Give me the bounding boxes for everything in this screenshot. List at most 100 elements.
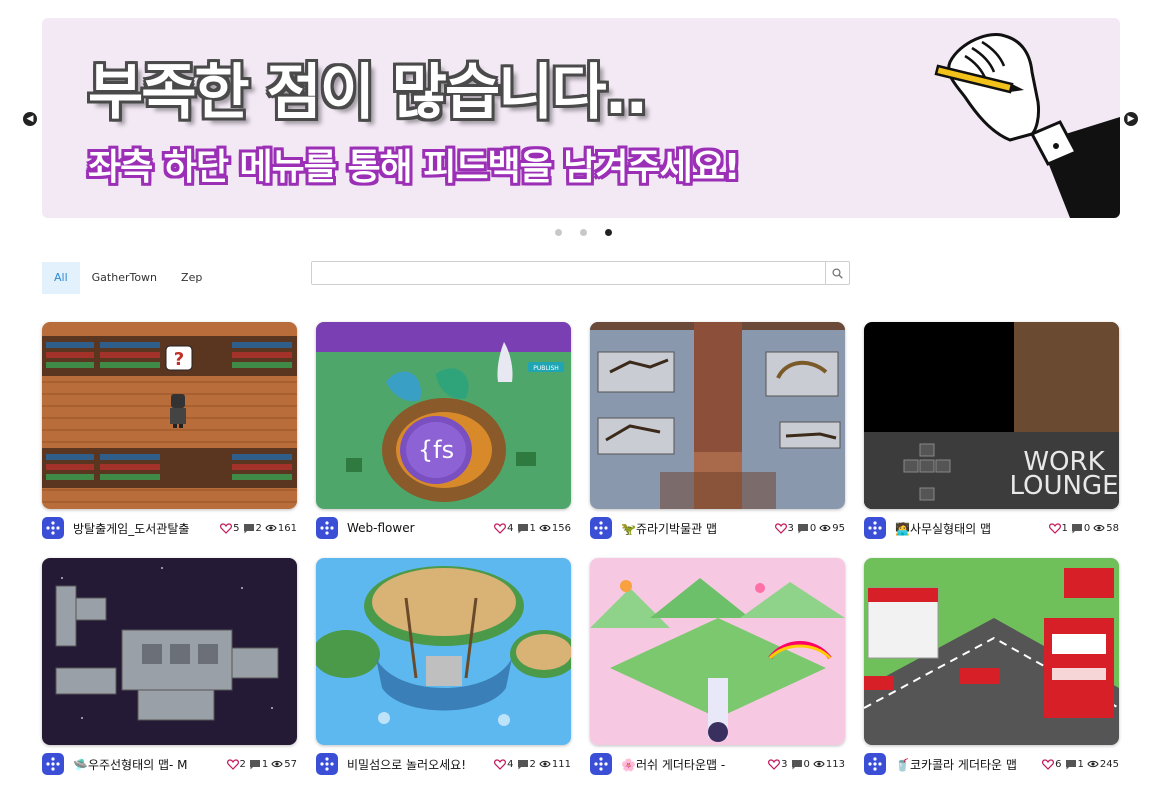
view-count: 245 (1099, 758, 1119, 770)
map-title[interactable]: 🧑‍💻사무실형태의 맵 (895, 520, 1049, 537)
map-title[interactable]: 🦖쥬라기박물관 맵 (621, 520, 775, 537)
map-card[interactable]: 🥤코카콜라 게더타운 맵 6 1 245 (864, 558, 1119, 775)
like-count: 4 (507, 522, 514, 534)
eye-icon (1093, 524, 1105, 532)
map-card[interactable]: 🌸러쉬 게더타운맵 - 3 0 113 (590, 558, 845, 775)
search-button[interactable] (825, 262, 849, 284)
map-stats: 4 2 111 (494, 759, 571, 770)
map-stats: 2 1 57 (226, 758, 297, 770)
view-count: 113 (825, 758, 845, 770)
map-thumbnail[interactable]: WORK LOUNGE (864, 322, 1119, 509)
comment-count: 1 (1077, 758, 1084, 770)
map-thumbnail[interactable] (590, 322, 845, 509)
tab-gathertown[interactable]: GatherTown (80, 262, 169, 294)
map-title[interactable]: 🌸러쉬 게더타운맵 - (621, 756, 768, 773)
tab-all[interactable]: All (42, 262, 80, 294)
map-card-meta: 🛸우주선형태의 맵- M 2 1 57 (42, 753, 297, 775)
carousel-dots (555, 229, 612, 236)
metaverse-logo-icon (316, 517, 338, 539)
comment-icon[interactable] (1071, 523, 1083, 534)
map-title[interactable]: 방탈출게임_도서관탈출 (73, 520, 220, 537)
map-card[interactable]: {fs PUBLISH Web-flower 4 1 156 (316, 322, 571, 539)
map-card[interactable]: WORK LOUNGE 🧑‍💻사무실형태의 맵 1 0 58 (864, 322, 1119, 539)
search-input[interactable] (312, 262, 825, 284)
like-count: 4 (507, 758, 514, 770)
hand-writing-illustration (934, 33, 1120, 218)
heart-icon[interactable] (1048, 522, 1061, 534)
map-stats: 3 0 113 (768, 759, 845, 770)
like-count: 3 (781, 758, 788, 770)
map-title[interactable]: 비밀섬으로 놀러오세요! (347, 756, 494, 773)
heart-icon[interactable] (774, 522, 787, 534)
metaverse-logo-icon (590, 753, 612, 775)
like-count: 1 (1061, 522, 1068, 534)
comment-icon[interactable] (249, 759, 261, 770)
heart-icon[interactable] (1042, 758, 1055, 770)
view-count: 57 (284, 758, 297, 770)
search-box (311, 261, 850, 285)
lounge-text: LOUNGE (1009, 471, 1118, 501)
heart-icon[interactable] (226, 758, 239, 770)
heart-icon[interactable] (494, 758, 507, 770)
map-stats: 3 0 95 (774, 522, 845, 534)
map-thumbnail[interactable]: {fs PUBLISH (316, 322, 571, 509)
map-stats: 5 2 161 (220, 523, 297, 534)
map-card[interactable]: 🛸우주선형태의 맵- M 2 1 57 (42, 558, 297, 775)
tab-zep[interactable]: Zep (169, 262, 214, 294)
heart-icon[interactable] (220, 522, 233, 534)
chevron-left-icon: ◀ (26, 114, 34, 124)
metaverse-logo-icon (864, 517, 886, 539)
map-card[interactable]: 🦖쥬라기박물관 맵 3 0 95 (590, 322, 845, 539)
heart-icon[interactable] (494, 522, 507, 534)
like-count: 3 (787, 522, 794, 534)
map-card[interactable]: ? 방탈출게임_도서관탈출 5 2 161 (42, 322, 297, 539)
carousel-dot-2[interactable] (580, 229, 587, 236)
comment-count: 0 (803, 758, 810, 770)
map-thumbnail[interactable] (864, 558, 1119, 745)
comment-count: 2 (255, 522, 262, 534)
map-title[interactable]: 🥤코카콜라 게더타운 맵 (895, 756, 1042, 773)
map-title[interactable]: 🛸우주선형태의 맵- M (73, 756, 227, 773)
map-card-meta: 🧑‍💻사무실형태의 맵 1 0 58 (864, 517, 1119, 539)
carousel-dot-1[interactable] (555, 229, 562, 236)
comment-count: 1 (261, 758, 269, 770)
comment-icon[interactable] (797, 523, 809, 534)
map-card[interactable]: 비밀섬으로 놀러오세요! 4 2 111 (316, 558, 571, 775)
comment-count: 0 (1083, 522, 1091, 534)
carousel-prev-button[interactable]: ◀ (23, 112, 37, 126)
map-card-meta: 비밀섬으로 놀러오세요! 4 2 111 (316, 753, 571, 775)
search-icon (832, 267, 843, 279)
comment-icon[interactable] (791, 759, 803, 770)
comment-icon[interactable] (517, 523, 529, 534)
map-thumbnail[interactable] (42, 558, 297, 745)
map-thumbnail[interactable] (590, 558, 845, 745)
banner-subtitle: 좌측 하단 메뉴를 통해 피드백을 남겨주세요! (88, 147, 740, 188)
metaverse-logo-icon (864, 753, 886, 775)
eye-icon (265, 524, 277, 532)
map-card-meta: 🥤코카콜라 게더타운 맵 6 1 245 (864, 753, 1119, 775)
view-count: 156 (551, 522, 571, 534)
banner-title: 부족한 점이 많습니다.. (88, 58, 648, 128)
comment-icon[interactable] (517, 759, 529, 770)
eye-icon (539, 524, 551, 532)
hero-banner[interactable]: 부족한 점이 많습니다.. 좌측 하단 메뉴를 통해 피드백을 남겨주세요! (42, 18, 1120, 218)
comment-icon[interactable] (1065, 759, 1077, 770)
map-thumbnail[interactable] (316, 558, 571, 745)
map-stats: 6 1 245 (1042, 759, 1119, 770)
metaverse-logo-icon (316, 753, 338, 775)
carousel-next-button[interactable]: ▶ (1124, 112, 1138, 126)
svg-text:?: ? (174, 349, 184, 370)
heart-icon[interactable] (768, 758, 781, 770)
like-count: 5 (233, 522, 240, 534)
map-title[interactable]: Web-flower (347, 521, 494, 535)
map-card-meta: 🦖쥬라기박물관 맵 3 0 95 (590, 517, 845, 539)
eye-icon (1087, 760, 1099, 768)
map-stats: 1 0 58 (1048, 522, 1119, 534)
view-count: 161 (277, 522, 297, 534)
eye-icon (819, 524, 831, 532)
comment-icon[interactable] (243, 523, 255, 534)
carousel-dot-3[interactable] (605, 229, 612, 236)
metaverse-logo-icon (590, 517, 612, 539)
map-thumbnail[interactable]: ? (42, 322, 297, 509)
like-count: 6 (1055, 758, 1062, 770)
